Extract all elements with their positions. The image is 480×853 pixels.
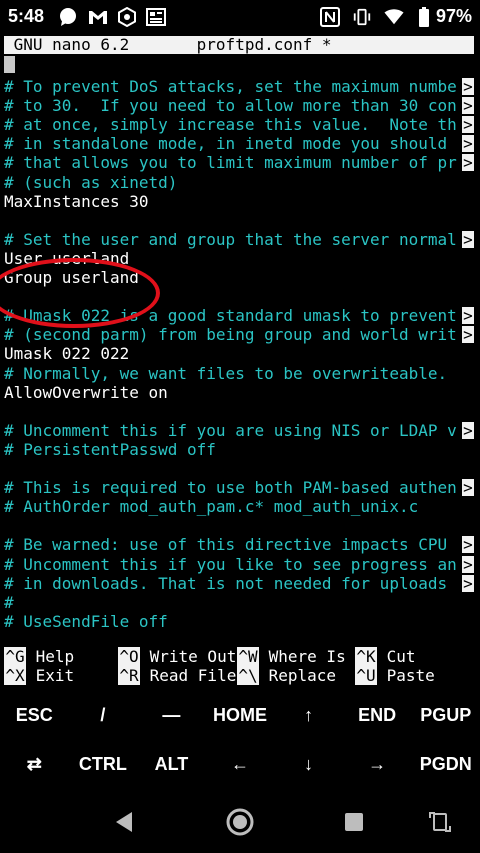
shortcut-label: Write Out (140, 647, 237, 666)
comment-line: # (such as xinetd) (4, 172, 178, 192)
shortcut-key: ^X (4, 666, 26, 685)
shortcut-key: ^\ (237, 666, 259, 685)
nfc-icon (320, 7, 340, 27)
shortcut-label: Exit (26, 666, 75, 685)
nano-title-bar: GNU nano 6.2 proftpd.conf * (4, 36, 474, 54)
status-time: 5:48 (8, 6, 45, 26)
comment-line: # UseSendFile off (4, 611, 168, 631)
comment-line: # Uncomment this if you like to see prog… (4, 554, 457, 574)
shortcut-label: Cut (377, 647, 416, 666)
comment-line: # Uncomment this if you are using NIS or… (4, 420, 457, 440)
recents-icon[interactable] (334, 802, 374, 842)
status-bar: 5:48 97% (0, 0, 480, 34)
comment-line: # Be warned: use of this directive impac… (4, 535, 457, 555)
pgup-key[interactable]: PGUP (411, 691, 480, 739)
shortcut-label: Paste (377, 666, 435, 685)
rotate-icon[interactable] (420, 802, 460, 842)
vibrate-icon (352, 7, 372, 27)
comment-line: # to 30. If you need to allow more than … (4, 96, 457, 116)
nano-shortcut[interactable]: ^\ Replace (237, 666, 336, 685)
tab-key[interactable]: ⇄ (0, 740, 69, 788)
home-icon[interactable] (220, 802, 260, 842)
pgdn-key[interactable]: PGDN (411, 740, 480, 788)
nano-shortcut[interactable]: ^G Help (4, 647, 74, 666)
comment-line: # PersistentPasswd off (4, 439, 216, 459)
shortcut-label: Read File (140, 666, 237, 685)
comment-line: # (4, 592, 14, 612)
chat-bubble-icon (58, 7, 78, 27)
battery-percent: 97% (435, 6, 472, 26)
battery-icon (414, 7, 434, 27)
hexagon-app-icon (117, 7, 137, 27)
nano-shortcut[interactable]: ^U Paste (355, 666, 435, 685)
line-overflow-marker: > (462, 478, 474, 498)
config-line: MaxInstances 30 (4, 191, 149, 211)
shortcut-key: ^W (237, 647, 259, 666)
comment-line: # To prevent DoS attacks, set the maximu… (4, 77, 457, 96)
left-arrow-key[interactable]: ← (206, 740, 275, 788)
up-arrow-key[interactable]: ↑ (274, 691, 343, 739)
line-overflow-marker: > (462, 77, 474, 96)
shortcut-key: ^O (118, 647, 140, 666)
home-key[interactable]: HOME (206, 691, 275, 739)
line-overflow-marker: > (462, 420, 474, 440)
alt-key[interactable]: ALT (137, 740, 206, 788)
line-overflow-marker: > (462, 134, 474, 154)
nano-shortcut[interactable]: ^O Write Out (118, 647, 236, 666)
end-key[interactable]: END (343, 691, 412, 739)
line-overflow-marker: > (462, 325, 474, 345)
navigation-bar (0, 790, 480, 853)
line-overflow-marker: > (462, 115, 474, 135)
gmail-icon (88, 7, 108, 27)
shortcut-key: ^G (4, 647, 26, 666)
shortcut-key: ^K (355, 647, 377, 666)
shortcut-key: ^R (118, 666, 140, 685)
dash-key[interactable]: — (137, 691, 206, 739)
line-overflow-marker: > (462, 96, 474, 116)
comment-line: # that allows you to limit maximum numbe… (4, 153, 457, 173)
shortcut-label: Help (26, 647, 75, 666)
nano-shortcut[interactable]: ^R Read File (118, 666, 236, 685)
comment-line: # Normally, we want files to be overwrit… (4, 363, 448, 383)
back-icon[interactable] (104, 802, 144, 842)
nano-shortcut[interactable]: ^W Where Is (237, 647, 346, 666)
ctrl-key[interactable]: CTRL (69, 740, 138, 788)
shortcut-label: Replace (259, 666, 337, 685)
down-arrow-key[interactable]: ↓ (274, 740, 343, 788)
comment-line: # (second parm) from being group and wor… (4, 325, 457, 345)
wifi-icon (384, 7, 404, 27)
text-cursor (4, 56, 15, 73)
nano-shortcut[interactable]: ^K Cut (355, 647, 416, 666)
comment-line: # in standalone mode, in inetd mode you … (4, 134, 457, 154)
config-line: Umask 022 022 (4, 344, 130, 364)
line-overflow-marker: > (462, 573, 474, 593)
comment-line: # This is required to use both PAM-based… (4, 478, 457, 498)
terminal-view[interactable]: GNU nano 6.2 proftpd.conf * # To prevent… (0, 36, 480, 686)
nano-shortcut[interactable]: ^X Exit (4, 666, 74, 685)
slash-key[interactable]: / (69, 691, 138, 739)
esc-key[interactable]: ESC (0, 691, 69, 739)
comment-line: # in downloads. That is not needed for u… (4, 573, 457, 593)
shortcut-key: ^U (355, 666, 377, 685)
comment-line: # Set the user and group that the server… (4, 229, 457, 249)
line-overflow-marker: > (462, 306, 474, 326)
config-line: AllowOverwrite on (4, 382, 168, 402)
right-arrow-key[interactable]: → (343, 740, 412, 788)
line-overflow-marker: > (462, 153, 474, 173)
news-icon (146, 7, 166, 27)
comment-line: # at once, simply increase this value. N… (4, 115, 457, 135)
shortcut-label: Where Is (259, 647, 346, 666)
line-overflow-marker: > (462, 229, 474, 249)
line-overflow-marker: > (462, 535, 474, 555)
comment-line: # AuthOrder mod_auth_pam.c* mod_auth_uni… (4, 497, 419, 517)
line-overflow-marker: > (462, 554, 474, 574)
extra-keys-bar: ESC / — HOME ↑ END PGUP ⇄ CTRL ALT ← ↓ → PGDN (0, 690, 480, 790)
